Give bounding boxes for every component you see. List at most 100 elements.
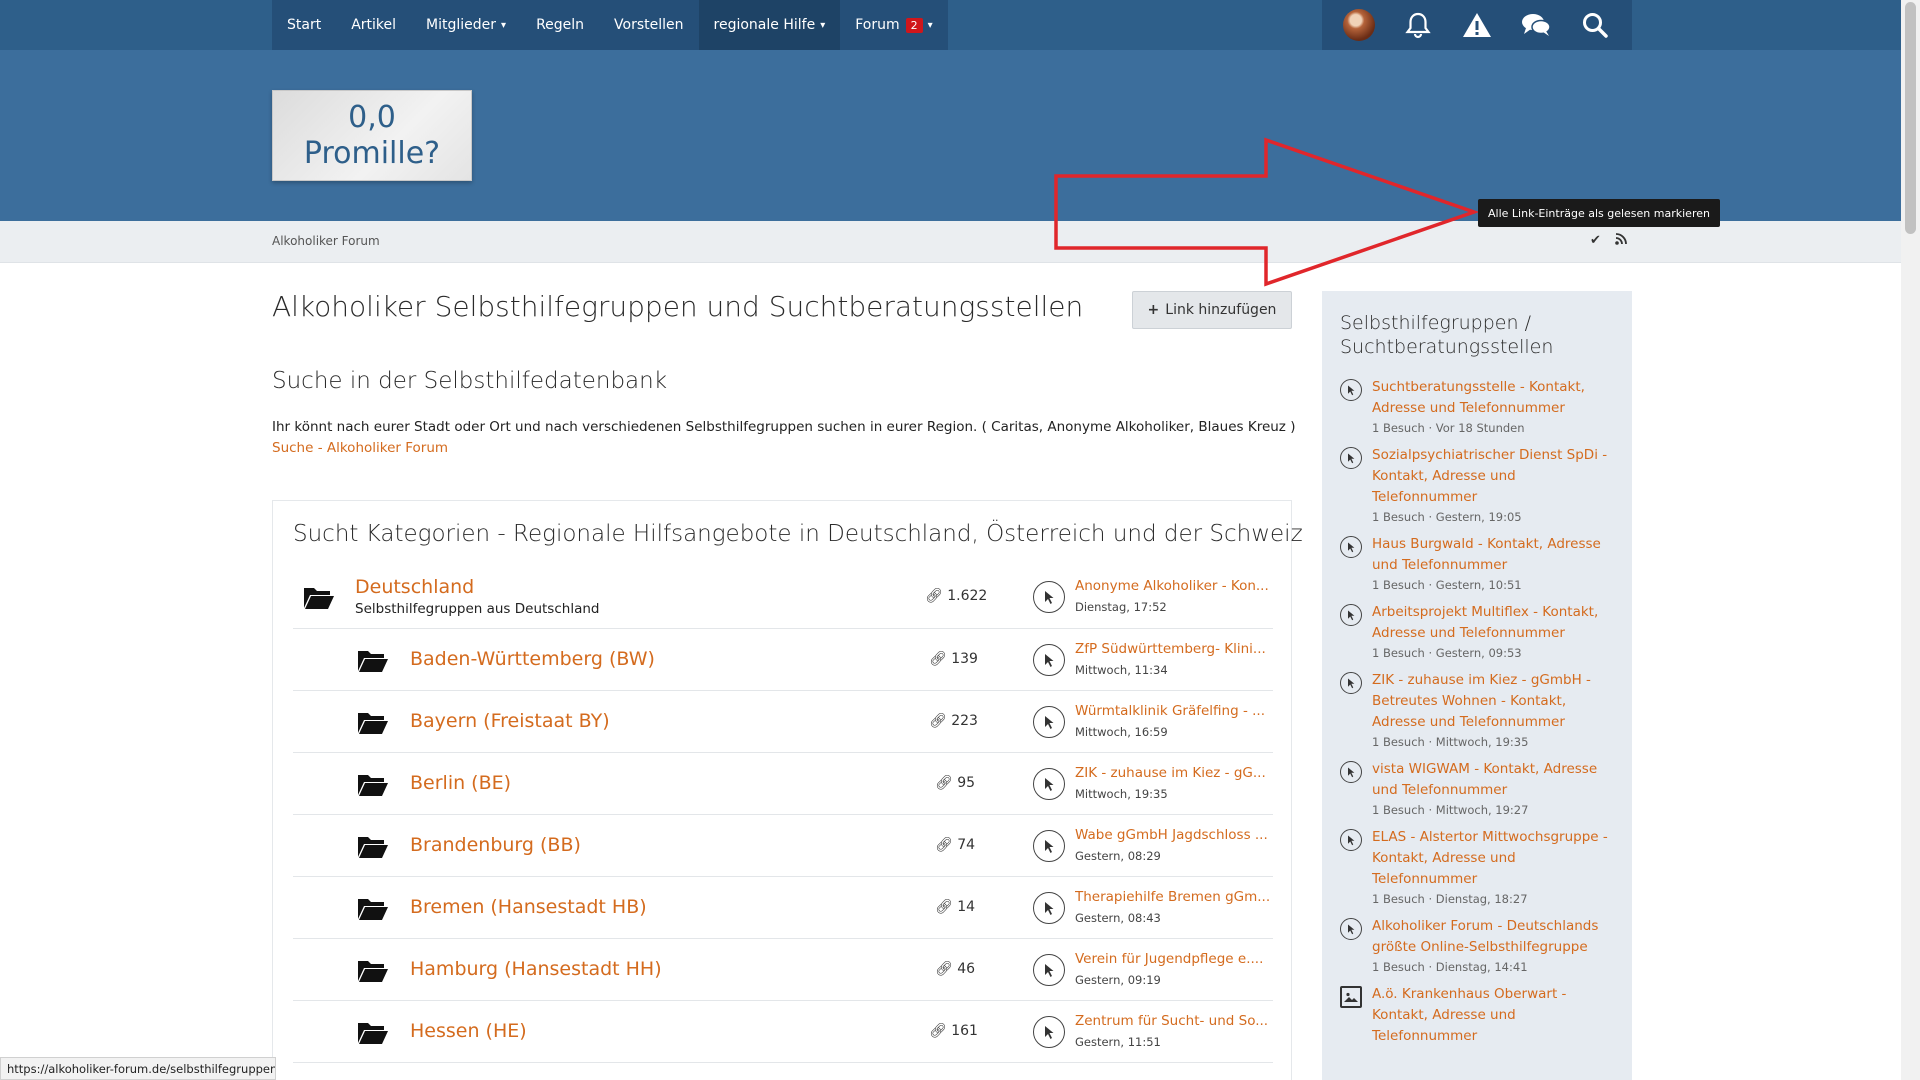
cursor-click-icon [1340,604,1362,626]
category-description: Selbsthilfegruppen aus Deutschland [355,601,600,617]
add-link-label: Link hinzufügen [1165,302,1277,318]
sidebar-entry-link[interactable]: vista WIGWAM - Kontakt, Adresse und Tele… [1372,759,1614,801]
subcategory-row: Brandenburg (BB) 🔗︎ 74 Wabe gGmbH Jagdsc… [293,815,1273,877]
link-count-value: 223 [951,713,978,729]
cursor-click-icon [1033,1016,1065,1048]
sidebar-entry-link[interactable]: ELAS - Alstertor Mittwochsgruppe - Konta… [1372,827,1614,890]
search-section-title: Suche in der Selbsthilfedatenbank [272,368,668,394]
checkmark-icon[interactable]: ✔ [1590,233,1601,249]
sidebar-entry-meta: 1 Besuch · Dienstag, 14:41 [1372,960,1528,974]
link-icon: 🔗︎ [929,651,952,667]
annotation-arrow [1054,137,1480,287]
sidebar-entry-link[interactable]: Suchtberatungsstelle - Kontakt, Adresse … [1372,377,1614,419]
page-scrollbar[interactable] [1901,0,1920,1080]
nav-label: Start [287,17,322,33]
link-count: 🔗︎ 139 [929,651,978,667]
nav-item-forum[interactable]: Forum 2 ▾ [840,0,947,50]
nav-item-regeln[interactable]: Regeln [521,0,599,50]
browser-status-url: https://alkoholiker-forum.de/selbsthilfe… [0,1057,276,1080]
sidebar-entry-link[interactable]: Alkoholiker Forum - Deutschlands größte … [1372,916,1614,958]
cursor-click-icon [1033,768,1065,800]
link-icon: 🔗︎ [929,713,952,729]
sidebar-entry: Alkoholiker Forum - Deutschlands größte … [1340,916,1614,974]
breadcrumb[interactable]: Alkoholiker Forum [272,234,380,248]
nav-item-start[interactable]: Start [272,0,336,50]
last-entry-date: Gestern, 08:43 [1075,911,1161,925]
tooltip: Alle Link-Einträge als gelesen markieren [1478,199,1720,227]
sidebar-entry: Arbeitsprojekt Multiflex - Kontakt, Adre… [1340,602,1614,660]
warning-icon[interactable] [1461,9,1493,41]
bell-icon[interactable] [1402,9,1434,41]
rss-icon[interactable] [1615,233,1627,249]
nav-item-artikel[interactable]: Artikel [336,0,411,50]
link-icon: 🔗︎ [925,588,948,604]
cursor-click-icon [1340,761,1362,783]
last-entry-link[interactable]: Würmtalklinik Gräfelfing - ... [1075,703,1270,719]
nav-label: Vorstellen [614,17,684,33]
subcategory-title[interactable]: Bayern (Freistaat BY) [410,710,610,732]
subcategory-title[interactable]: Hessen (HE) [410,1020,527,1042]
category-list: Deutschland Selbsthilfegruppen aus Deuts… [293,566,1273,1063]
last-entry-date: Gestern, 11:51 [1075,1035,1161,1049]
link-count-value: 161 [951,1023,978,1039]
logo-text: Promille? [303,135,441,171]
sidebar-entry: ZIK - zuhause im Kiez - gGmbH - Betreute… [1340,670,1614,749]
nav-item-vorstellen[interactable]: Vorstellen [599,0,698,50]
sidebar-entry-meta: 1 Besuch · Gestern, 19:05 [1372,510,1522,524]
cursor-click-icon [1340,672,1362,694]
subcategory-title[interactable]: Berlin (BE) [410,772,511,794]
search-link[interactable]: Suche - Alkoholiker Forum [272,440,448,456]
last-entry-date: Mittwoch, 11:34 [1075,663,1168,677]
link-icon: 🔗︎ [935,775,958,791]
sidebar: Selbsthilfegruppen / Suchtberatungsstell… [1322,291,1632,1080]
sidebar-entry-link[interactable]: Arbeitsprojekt Multiflex - Kontakt, Adre… [1372,602,1614,644]
folder-open-icon [358,713,388,734]
cursor-click-icon [1340,379,1362,401]
cursor-click-icon [1340,447,1362,469]
nav-label: Regeln [536,17,585,33]
sidebar-entry-link[interactable]: Haus Burgwald - Kontakt, Adresse und Tel… [1372,534,1614,576]
cursor-click-icon [1033,892,1065,924]
category-title[interactable]: Deutschland [355,576,474,598]
sidebar-entry: A.ö. Krankenhaus Oberwart - Kontakt, Adr… [1340,984,1614,1047]
last-entry-link[interactable]: ZfP Südwürttemberg- Klini... [1075,641,1270,657]
link-count: 🔗︎ 46 [935,961,975,977]
subcategory-title[interactable]: Hamburg (Hansestadt HH) [410,958,662,980]
link-count-value: 74 [957,837,976,853]
sidebar-entry: Sozialpsychiatrischer Dienst SpDi - Kont… [1340,445,1614,524]
chevron-down-icon: ▾ [820,19,826,31]
last-entry-link[interactable]: Verein für Jugendpflege e.... [1075,951,1270,967]
search-icon[interactable] [1579,9,1611,41]
last-entry-date: Gestern, 08:29 [1075,849,1161,863]
subcategory-title[interactable]: Baden-Württemberg (BW) [410,648,655,670]
link-count: 🔗︎ 74 [935,837,975,853]
nav-item-regionale-hilfe[interactable]: regionale Hilfe ▾ [698,0,841,50]
link-count-value: 1.622 [947,588,988,604]
site-logo[interactable]: 0,0 Promille? [272,90,472,181]
last-entry-link[interactable]: Therapiehilfe Bremen gGm... [1075,889,1270,905]
sidebar-entry-meta: 1 Besuch · Gestern, 10:51 [1372,578,1522,592]
folder-open-icon [358,1023,388,1044]
last-entry-link[interactable]: Zentrum für Sucht- und So... [1075,1013,1270,1029]
sidebar-entry-link[interactable]: Sozialpsychiatrischer Dienst SpDi - Kont… [1372,445,1614,508]
avatar[interactable] [1343,9,1376,41]
cursor-click-icon [1340,536,1362,558]
scrollbar-thumb[interactable] [1905,2,1916,234]
sidebar-entry-link[interactable]: ZIK - zuhause im Kiez - gGmbH - Betreute… [1372,670,1614,733]
sidebar-entry-link[interactable]: A.ö. Krankenhaus Oberwart - Kontakt, Adr… [1372,984,1614,1047]
last-entry-link[interactable]: ZIK - zuhause im Kiez - gG... [1075,765,1270,781]
subcategory-title[interactable]: Brandenburg (BB) [410,834,581,856]
chat-icon[interactable] [1520,9,1552,41]
nav-item-mitglieder[interactable]: Mitglieder ▾ [411,0,521,50]
link-count: 🔗︎ 95 [935,775,975,791]
logo-text: 0,0 [348,99,396,135]
sidebar-entry: ELAS - Alstertor Mittwochsgruppe - Konta… [1340,827,1614,906]
last-entry-link[interactable]: Wabe gGmbH Jagdschloss ... [1075,827,1270,843]
sidebar-entry: Suchtberatungsstelle - Kontakt, Adresse … [1340,377,1614,435]
last-entry-link[interactable]: Anonyme Alkoholiker - Kon... [1075,578,1270,594]
subcategory-title[interactable]: Bremen (Hansestadt HB) [410,896,647,918]
subcategory-row: Bayern (Freistaat BY) 🔗︎ 223 Würmtalklin… [293,691,1273,753]
cursor-click-icon [1033,830,1065,862]
last-entry-date: Mittwoch, 19:35 [1075,787,1168,801]
link-icon: 🔗︎ [935,961,958,977]
